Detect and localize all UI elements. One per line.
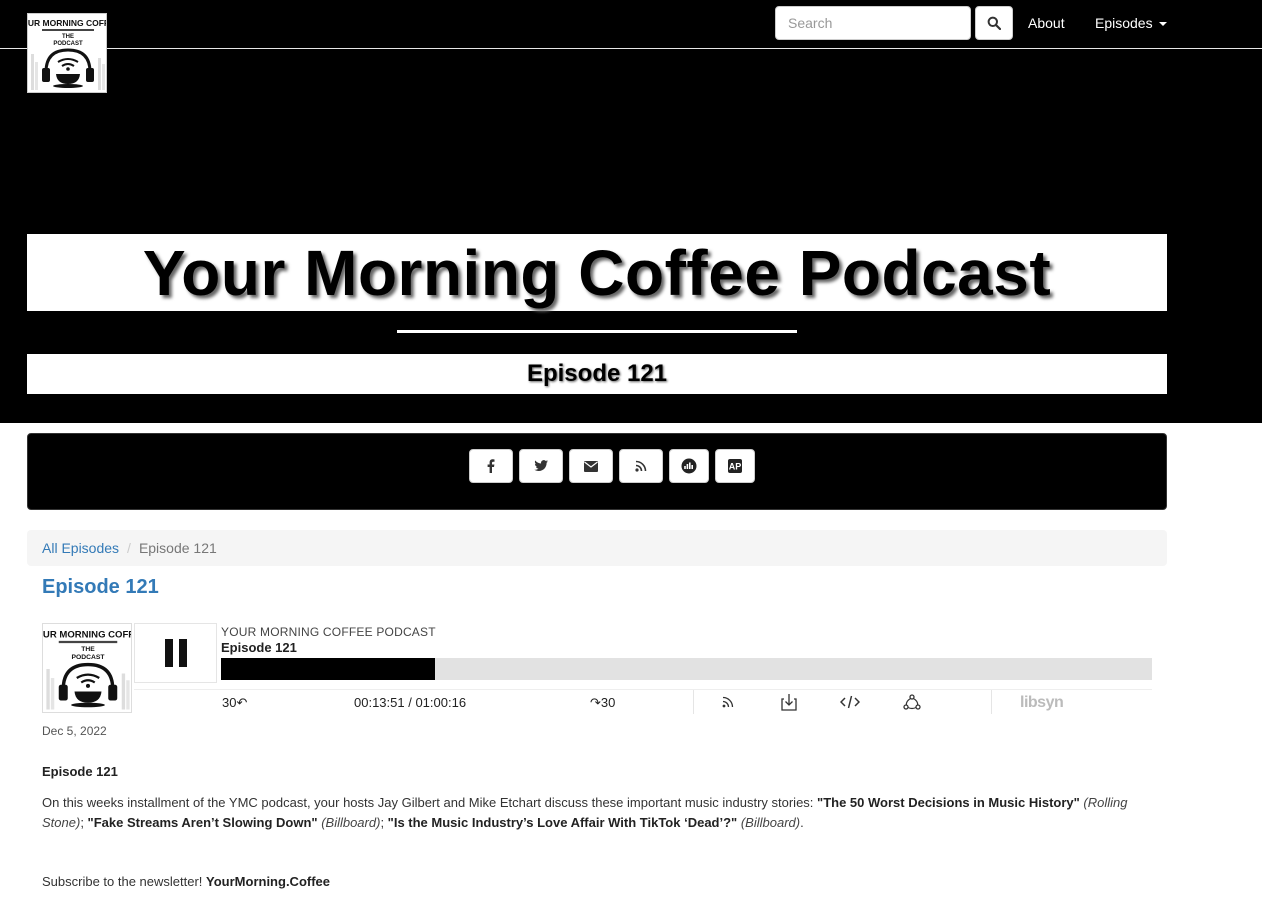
skip-back-button[interactable]: 30↶ [222, 695, 247, 711]
publish-date: Dec 5, 2022 [42, 724, 107, 738]
deezer-icon [681, 458, 697, 474]
email-share-button[interactable] [569, 449, 613, 483]
search-icon [987, 16, 1001, 30]
share-button[interactable] [900, 690, 924, 714]
breadcrumb-all-episodes[interactable]: All Episodes [42, 540, 119, 556]
hero-banner: Your Morning Coffee Podcast Episode 121 [0, 49, 1262, 423]
code-icon [840, 695, 860, 709]
progress-fill [221, 658, 436, 680]
facebook-share-button[interactable] [469, 449, 513, 483]
nav-episodes-dropdown[interactable]: Episodes [1095, 15, 1167, 31]
skip-forward-button[interactable]: ↷30 [590, 695, 615, 711]
episode-artwork: YOUR MORNING COFFEE THE PODCAST [42, 623, 132, 713]
rss-icon [635, 460, 647, 472]
story-source: (Billboard) [740, 815, 801, 830]
nav-about-link[interactable]: About [1028, 15, 1065, 31]
subscribe-button[interactable] [716, 690, 740, 714]
skip-forward-icon: ↷ [590, 695, 601, 710]
audio-player: YOUR MORNING COFFEE THE PODCAST YOUR MOR… [42, 623, 1152, 714]
story-title: "The 50 Worst Decisions in Music History… [817, 795, 1080, 810]
libsyn-logo[interactable]: libsyn [1020, 694, 1064, 712]
episode-heading[interactable]: Episode 121 [42, 576, 159, 599]
share-icon [903, 694, 921, 710]
svg-text:YOUR MORNING COFFEE: YOUR MORNING COFFEE [28, 18, 107, 28]
player-controls: 30↶ 00:13:51 / 01:00:16 ↷30 libsyn [134, 689, 1152, 714]
breadcrumb: All Episodes / Episode 121 [27, 530, 1167, 566]
story-title: "Fake Streams Aren’t Slowing Down" [87, 815, 318, 830]
hero-divider [397, 330, 797, 333]
pause-button[interactable] [134, 623, 217, 683]
download-icon [781, 694, 797, 711]
nav-episodes-label: Episodes [1095, 15, 1153, 31]
svg-text:YOUR MORNING COFFEE: YOUR MORNING COFFEE [43, 630, 132, 641]
download-button[interactable] [777, 690, 801, 714]
search-input[interactable] [775, 6, 971, 40]
episode-subtitle: Episode 121 [526, 360, 668, 387]
email-icon [584, 460, 598, 472]
time-display: 00:13:51 / 01:00:16 [354, 695, 467, 710]
share-bar: AP [27, 433, 1167, 510]
rss-button[interactable] [619, 449, 663, 483]
twitter-icon [534, 460, 548, 471]
breadcrumb-separator: / [127, 540, 131, 556]
search-button[interactable] [975, 6, 1013, 40]
description-title: Episode 121 [42, 764, 118, 779]
top-navbar: About Episodes [0, 0, 1262, 49]
player-episode-title: Episode 121 [221, 640, 297, 655]
caret-down-icon [1158, 22, 1167, 27]
episode-description: On this weeks installment of the YMC pod… [42, 795, 1128, 830]
podcast-logo[interactable]: YOUR MORNING COFFEE THE PODCAST [27, 13, 107, 93]
rss-icon [722, 696, 734, 708]
newsletter-link[interactable]: YourMorning.Coffee [206, 874, 330, 889]
hero-subtitle-box: Episode 121 [27, 354, 1167, 394]
svg-text:AP: AP [729, 462, 742, 472]
podcast-title: Your Morning Coffee Podcast [142, 236, 1052, 309]
svg-text:PODCAST: PODCAST [53, 41, 83, 47]
story-title: "Is the Music Industry’s Love Affair Wit… [387, 815, 738, 830]
svg-text:PODCAST: PODCAST [71, 654, 105, 661]
breadcrumb-current: Episode 121 [138, 540, 217, 556]
player-podcast-name: YOUR MORNING COFFEE PODCAST [221, 625, 436, 639]
hero-title-box: Your Morning Coffee Podcast [27, 234, 1167, 311]
svg-text:THE: THE [62, 34, 74, 40]
deezer-button[interactable] [669, 449, 709, 483]
apple-podcasts-icon: AP [728, 459, 742, 473]
skip-back-icon: ↶ [236, 695, 248, 710]
facebook-icon [487, 459, 495, 473]
pause-icon [162, 639, 190, 667]
apple-podcasts-button[interactable]: AP [715, 449, 755, 483]
embed-button[interactable] [838, 690, 862, 714]
svg-text:THE: THE [81, 646, 95, 653]
story-source: (Billboard) [321, 815, 381, 830]
twitter-share-button[interactable] [519, 449, 563, 483]
newsletter-line: Subscribe to the newsletter! YourMorning… [42, 874, 331, 889]
progress-bar[interactable] [221, 658, 1152, 680]
